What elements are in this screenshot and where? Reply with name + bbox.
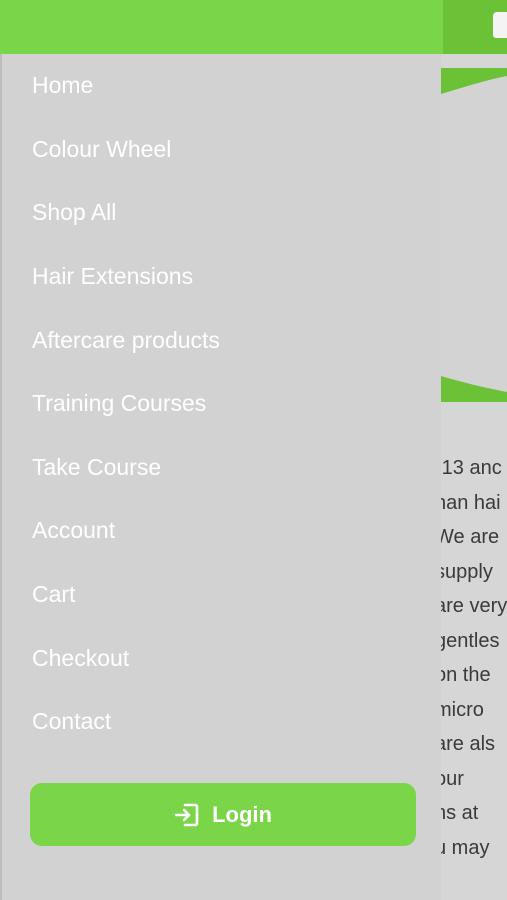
menu-item-account[interactable]: Account <box>2 499 443 563</box>
login-button[interactable]: Login <box>30 783 416 846</box>
menu-item-hair-extensions[interactable]: Hair Extensions <box>2 245 443 309</box>
body-text-line: u may <box>441 836 490 859</box>
body-text-line: nan hai <box>441 491 501 514</box>
menu-item-label: Take Course <box>32 453 162 480</box>
menu-item-home[interactable]: Home <box>2 54 443 118</box>
body-text-line: our <box>441 767 464 790</box>
menu-item-contact[interactable]: Contact <box>2 690 443 754</box>
menu-item-label: Colour Wheel <box>32 135 172 162</box>
menu-item-label: Cart <box>32 581 76 608</box>
menu-item-take-course[interactable]: Take Course <box>2 436 443 500</box>
menu-item-label: Home <box>32 72 94 99</box>
body-text-line: We are <box>441 526 500 548</box>
menu-item-colour-wheel[interactable]: Colour Wheel <box>2 118 443 182</box>
body-text-line: are als <box>441 733 496 755</box>
navigation-drawer: Home Colour Wheel Shop All Hair Extensio… <box>0 0 443 900</box>
menu-item-aftercare-products[interactable]: Aftercare products <box>2 308 443 372</box>
body-text-line: gentles <box>441 629 500 652</box>
background-body-text: )13 anc nan hai We are supply are very g… <box>441 451 507 865</box>
drawer-menu: Home Colour Wheel Shop All Hair Extensio… <box>2 54 443 754</box>
login-button-label: Login <box>212 801 272 827</box>
login-icon <box>174 802 200 828</box>
menu-item-label: Hair Extensions <box>32 263 194 290</box>
bag-icon <box>493 12 507 38</box>
hero-banner-image <box>441 68 507 402</box>
menu-item-label: Shop All <box>32 199 117 226</box>
menu-item-training-courses[interactable]: Training Courses <box>2 372 443 436</box>
menu-item-label: Account <box>32 517 116 544</box>
body-text-line: )13 anc <box>441 457 502 479</box>
menu-item-label: Contact <box>32 708 112 735</box>
menu-item-label: Aftercare products <box>32 326 220 353</box>
body-text-line: supply <box>441 560 493 583</box>
body-text-line: are very <box>441 595 507 617</box>
body-text-line: ns at <box>441 802 479 824</box>
background-header <box>441 0 507 54</box>
body-text-line: micro <box>441 698 484 721</box>
drawer-header <box>0 0 443 54</box>
menu-item-label: Checkout <box>32 644 130 671</box>
body-text-line: on the <box>441 664 491 686</box>
menu-item-shop-all[interactable]: Shop All <box>2 181 443 245</box>
menu-item-label: Training Courses <box>32 390 207 417</box>
menu-item-checkout[interactable]: Checkout <box>2 626 443 690</box>
menu-item-cart[interactable]: Cart <box>2 563 443 627</box>
